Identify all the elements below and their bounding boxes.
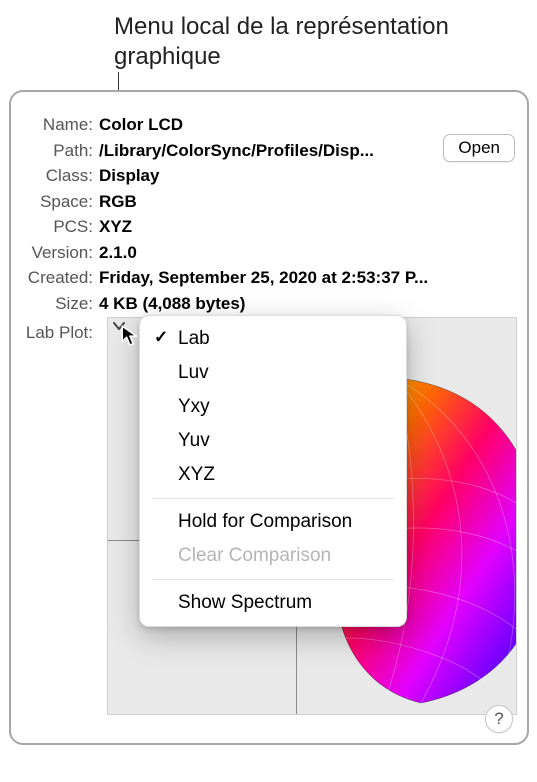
row-class: Class: Display bbox=[21, 163, 515, 189]
menu-item-clear: Clear Comparison bbox=[140, 539, 406, 573]
menu-item-hold[interactable]: Hold for Comparison bbox=[140, 505, 406, 539]
row-pcs: PCS: XYZ bbox=[21, 214, 515, 240]
menu-item-label: Lab bbox=[178, 328, 210, 350]
row-version: Version: 2.1.0 bbox=[21, 240, 515, 266]
caption-text: Menu local de la représentation graphiqu… bbox=[114, 12, 494, 72]
plot-menu-disclosure[interactable] bbox=[108, 317, 130, 337]
menu-separator bbox=[152, 498, 394, 499]
menu-item-label: Hold for Comparison bbox=[178, 511, 352, 533]
menu-item-label: XYZ bbox=[178, 464, 215, 486]
plot-popup-menu: ✓ Lab Luv Yxy Yuv XYZ Hold for Compariso… bbox=[139, 315, 407, 627]
label-pcs: PCS: bbox=[21, 214, 99, 240]
value-path: /Library/ColorSync/Profiles/Disp... bbox=[99, 138, 419, 164]
label-name: Name: bbox=[21, 112, 99, 138]
label-labplot: Lab Plot: bbox=[21, 320, 99, 346]
menu-item-xyz[interactable]: XYZ bbox=[140, 458, 406, 492]
value-version: 2.1.0 bbox=[99, 240, 515, 266]
chevron-down-icon bbox=[113, 320, 125, 332]
menu-item-label: Yuv bbox=[178, 430, 210, 452]
row-path: Path: /Library/ColorSync/Profiles/Disp..… bbox=[21, 138, 515, 164]
menu-item-luv[interactable]: Luv bbox=[140, 356, 406, 390]
menu-item-label: Show Spectrum bbox=[178, 592, 312, 614]
profile-info-panel: Open Name: Color LCD Path: /Library/Colo… bbox=[9, 90, 529, 745]
menu-item-lab[interactable]: ✓ Lab bbox=[140, 322, 406, 356]
label-class: Class: bbox=[21, 163, 99, 189]
row-space: Space: RGB bbox=[21, 189, 515, 215]
menu-item-spectrum[interactable]: Show Spectrum bbox=[140, 586, 406, 620]
label-created: Created: bbox=[21, 265, 99, 291]
checkmark-icon: ✓ bbox=[154, 327, 168, 347]
label-version: Version: bbox=[21, 240, 99, 266]
menu-item-yuv[interactable]: Yuv bbox=[140, 424, 406, 458]
value-name: Color LCD bbox=[99, 112, 515, 138]
menu-item-label: Yxy bbox=[178, 396, 210, 418]
metadata-rows: Name: Color LCD Path: /Library/ColorSync… bbox=[21, 112, 515, 346]
menu-item-label: Clear Comparison bbox=[178, 545, 331, 567]
label-path: Path: bbox=[21, 138, 99, 164]
value-space: RGB bbox=[99, 189, 515, 215]
help-icon: ? bbox=[494, 709, 503, 729]
value-created: Friday, September 25, 2020 at 2:53:37 P.… bbox=[99, 265, 515, 291]
row-size: Size: 4 KB (4,088 bytes) bbox=[21, 291, 515, 317]
value-class: Display bbox=[99, 163, 515, 189]
row-name: Name: Color LCD bbox=[21, 112, 515, 138]
label-size: Size: bbox=[21, 291, 99, 317]
menu-item-label: Luv bbox=[178, 362, 209, 384]
value-pcs: XYZ bbox=[99, 214, 515, 240]
menu-item-yxy[interactable]: Yxy bbox=[140, 390, 406, 424]
row-created: Created: Friday, September 25, 2020 at 2… bbox=[21, 265, 515, 291]
value-size: 4 KB (4,088 bytes) bbox=[99, 291, 515, 317]
menu-separator bbox=[152, 579, 394, 580]
label-space: Space: bbox=[21, 189, 99, 215]
help-button[interactable]: ? bbox=[485, 705, 513, 733]
